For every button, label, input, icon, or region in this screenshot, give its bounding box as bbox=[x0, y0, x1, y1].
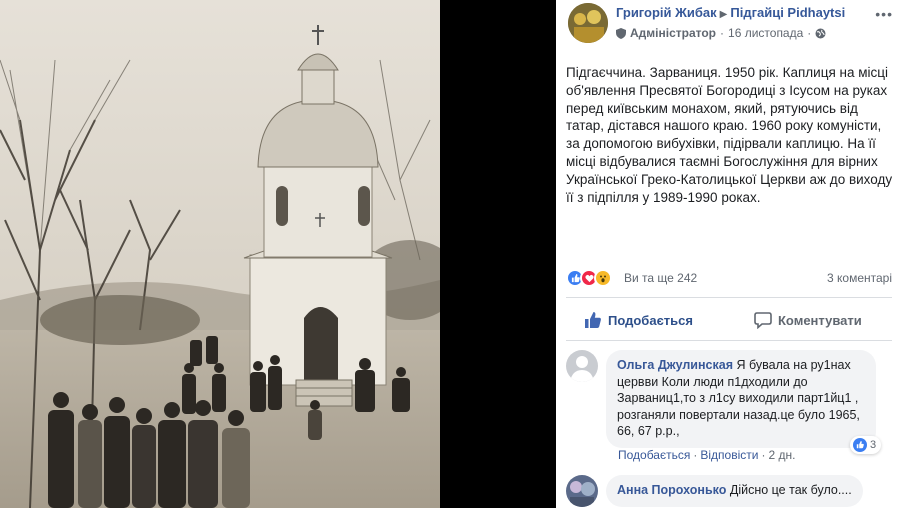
comment-bubble: Анна Порохонько Дійсно це так було.... bbox=[606, 475, 863, 507]
commenter-avatar[interactable] bbox=[566, 475, 598, 507]
separator-dot: · bbox=[693, 448, 698, 462]
post-actions: Подобається Коментувати bbox=[566, 304, 892, 338]
author-avatar[interactable] bbox=[568, 3, 608, 43]
shield-icon bbox=[616, 27, 626, 39]
thumbs-up-icon bbox=[585, 312, 601, 328]
group-name[interactable]: Підгайці Pidhaytsi bbox=[730, 5, 845, 20]
arrow-icon: ▶ bbox=[719, 9, 728, 20]
comment-reply-link[interactable]: Відповісти bbox=[700, 448, 758, 462]
admin-role: Адміністратор bbox=[630, 26, 717, 40]
comment-actions: Подобається · Відповісти · 2 дн. bbox=[618, 448, 795, 462]
comment-age[interactable]: 2 дн. bbox=[768, 448, 795, 462]
reaction-icons[interactable] bbox=[566, 269, 612, 287]
commenter-name[interactable]: Анна Порохонько bbox=[617, 483, 726, 497]
wow-icon bbox=[594, 269, 612, 287]
separator-dot: · bbox=[807, 26, 812, 40]
comment-reaction-count: 3 bbox=[870, 439, 877, 451]
post-photo[interactable] bbox=[0, 0, 440, 508]
comment-item: Анна Порохонько Дійсно це так було.... bbox=[566, 475, 892, 508]
like-button-label: Подобається bbox=[608, 312, 693, 328]
globe-icon bbox=[815, 28, 826, 38]
reactions-bar: Ви та ще 242 3 коментарі bbox=[566, 267, 892, 291]
author-line: Григорій Жибак ▶ Підгайці Pidhaytsi bbox=[616, 5, 845, 20]
reaction-summary[interactable]: Ви та ще 242 bbox=[624, 271, 697, 285]
comment-button[interactable]: Коментувати bbox=[754, 311, 862, 329]
post-date[interactable]: 16 листопада bbox=[728, 26, 803, 40]
comment-bubble-icon bbox=[754, 312, 772, 329]
commenter-avatar[interactable] bbox=[566, 350, 598, 382]
comments-count[interactable]: 3 коментарі bbox=[827, 271, 892, 285]
more-options-icon[interactable]: ••• bbox=[875, 6, 893, 22]
separator-dot: · bbox=[720, 26, 725, 40]
like-icon bbox=[853, 438, 867, 452]
post-panel: Григорій Жибак ▶ Підгайці Pidhaytsi Адміні… bbox=[556, 0, 903, 508]
commenter-name[interactable]: Ольга Джулинская bbox=[617, 358, 733, 372]
comment-bubble: Ольга Джулинская Я бувала на ру1нах церв… bbox=[606, 350, 876, 448]
post-meta: Адміністратор · 16 листопада · bbox=[616, 26, 826, 40]
separator-dot: · bbox=[761, 448, 766, 462]
post-text: Підгаєччина. Зарваниця. 1950 рік. Каплиц… bbox=[566, 65, 893, 205]
divider bbox=[566, 340, 892, 341]
comment-item: Ольга Джулинская Я бувала на ру1нах церв… bbox=[566, 350, 892, 468]
like-button[interactable]: Подобається bbox=[584, 311, 693, 329]
comment-reaction[interactable]: 3 bbox=[850, 436, 882, 454]
comment-text: Дійсно це так було.... bbox=[729, 483, 852, 497]
photo-letterbox bbox=[440, 0, 556, 508]
post-header: Григорій Жибак ▶ Підгайці Pidhaytsi Адміні… bbox=[556, 0, 903, 50]
comment-button-label: Коментувати bbox=[778, 312, 862, 328]
divider bbox=[566, 297, 892, 298]
author-name[interactable]: Григорій Жибак bbox=[616, 5, 717, 20]
comment-like-link[interactable]: Подобається bbox=[618, 448, 690, 462]
